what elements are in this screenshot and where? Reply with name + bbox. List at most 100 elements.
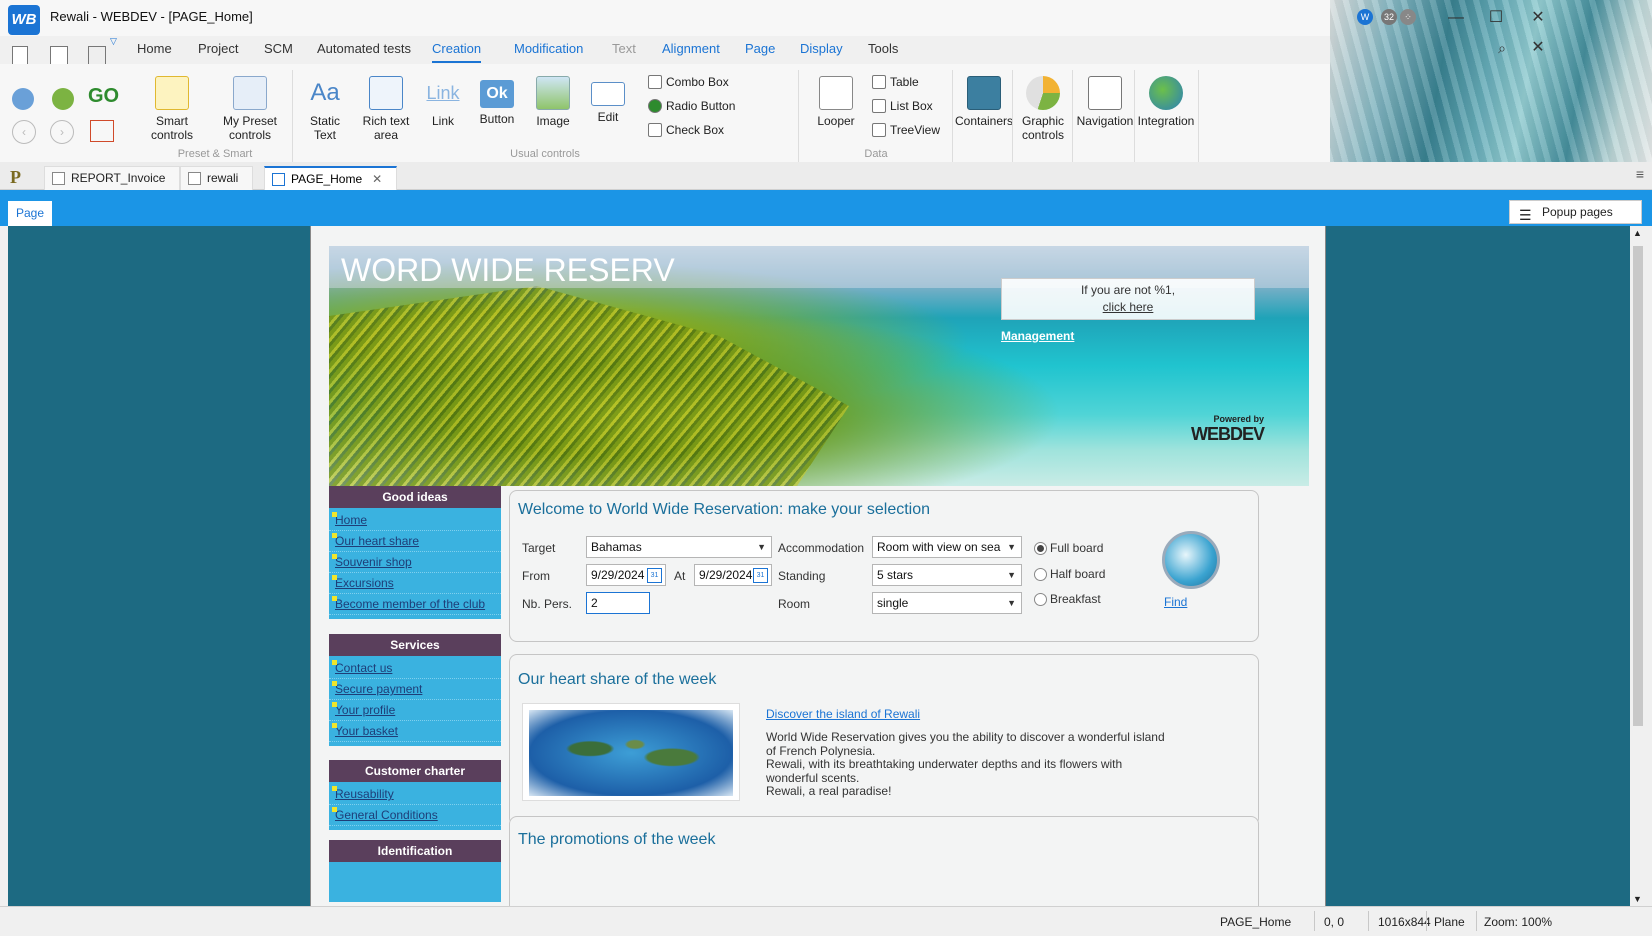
menu-link-excursions[interactable]: Excursions [329, 573, 501, 594]
rich-text-area-button[interactable]: Rich text area [356, 76, 416, 142]
radio-button-label: Radio Button [666, 99, 736, 113]
tab-rewali[interactable]: rewali [180, 166, 254, 190]
scroll-up-icon[interactable]: ▲ [1633, 228, 1642, 238]
management-link[interactable]: Management [1001, 329, 1074, 343]
version-badge[interactable]: 32 [1381, 9, 1397, 25]
room-combo[interactable]: single ▼ [872, 592, 1022, 614]
menu-link-your-profile[interactable]: Your profile [329, 700, 501, 721]
scrollbar-thumb[interactable] [1633, 246, 1643, 726]
table-button[interactable]: Table [872, 72, 919, 92]
smart-controls-button[interactable]: Smart controls [140, 76, 204, 142]
link-button[interactable]: Link Link [420, 76, 466, 128]
radio-full-board[interactable]: Full board [1034, 541, 1103, 555]
radio-button-button[interactable]: Radio Button [648, 96, 735, 116]
tab-modification[interactable]: Modification [514, 41, 583, 63]
tab-menu-icon[interactable]: ≡ [1636, 166, 1644, 182]
menu-link-heart-share[interactable]: Our heart share [329, 531, 501, 552]
menu-link-reusability[interactable]: Reusability [329, 784, 501, 805]
list-box-label: List Box [890, 99, 933, 113]
tab-alignment[interactable]: Alignment [662, 41, 720, 63]
find-link[interactable]: Find [1164, 595, 1187, 609]
deploy-icon[interactable] [52, 88, 74, 110]
static-text-button[interactable]: Aa Static Text [298, 76, 352, 142]
login-click-here-link[interactable]: click here [1002, 300, 1254, 314]
tab-tools[interactable]: Tools [868, 41, 898, 63]
list-box-icon [872, 99, 886, 113]
menu-link-contact-us[interactable]: Contact us [329, 658, 501, 679]
from-label: From [522, 569, 550, 583]
popup-pages-button[interactable]: ☰ Popup pages [1509, 200, 1642, 224]
vertical-scrollbar[interactable]: ▲ ▼ [1630, 226, 1646, 906]
accommodation-combo[interactable]: Room with view on sea ▼ [872, 536, 1022, 558]
status-zoom[interactable]: Zoom: 100% [1484, 915, 1552, 929]
scroll-down-icon[interactable]: ▼ [1633, 894, 1642, 904]
menu-link-your-basket[interactable]: Your basket [329, 721, 501, 742]
page-canvas[interactable]: WORD WIDE RESERV If you are not %1, clic… [310, 226, 1326, 906]
menu-link-home[interactable]: Home [329, 510, 501, 531]
integration-button[interactable]: Integration [1136, 76, 1196, 128]
target-combo[interactable]: Bahamas ▼ [586, 536, 772, 558]
radio-half-board[interactable]: Half board [1034, 567, 1105, 581]
looper-button[interactable]: Looper [806, 76, 866, 128]
check-box-icon [648, 123, 662, 137]
combo-box-button[interactable]: Combo Box [648, 72, 729, 92]
search-icon[interactable]: ⌕ [1490, 36, 1514, 60]
containers-button[interactable]: Containers [954, 76, 1014, 128]
standing-combo[interactable]: 5 stars ▼ [872, 564, 1022, 586]
my-preset-controls-button[interactable]: My Preset controls [218, 76, 282, 142]
menu-link-secure-payment[interactable]: Secure payment [329, 679, 501, 700]
dropdown-arrow-icon: ▼ [757, 542, 766, 552]
forward-icon[interactable]: › [50, 120, 74, 144]
list-box-button[interactable]: List Box [872, 96, 933, 116]
tab-scm[interactable]: SCM [264, 41, 293, 63]
close-ribbon-icon[interactable]: ✕ [1526, 36, 1550, 60]
page-view-tab[interactable]: Page [8, 201, 52, 226]
globe-icon[interactable] [12, 88, 34, 110]
maximize-icon[interactable]: ☐ [1484, 6, 1508, 30]
magnifier-search-icon[interactable] [1162, 531, 1220, 589]
webdev-badge-icon[interactable]: W [1357, 9, 1373, 25]
check-box-button[interactable]: Check Box [648, 120, 724, 140]
accommodation-label: Accommodation [778, 541, 865, 555]
tab-display[interactable]: Display [800, 41, 843, 63]
button-button[interactable]: Ok Button [472, 76, 522, 126]
treeview-button[interactable]: TreeView [872, 120, 940, 140]
tab-creation[interactable]: Creation [432, 41, 482, 63]
tab-project[interactable]: Project [198, 41, 238, 63]
settings-badge-icon[interactable]: ⁘ [1400, 9, 1416, 25]
go-icon[interactable]: GO [88, 85, 119, 108]
persons-field[interactable]: 2 [586, 592, 650, 614]
menu-link-souvenir-shop[interactable]: Souvenir shop [329, 552, 501, 573]
calendar-icon[interactable]: 31 [647, 568, 662, 583]
login-message: If you are not %1, [1080, 283, 1176, 297]
tab-report-invoice[interactable]: REPORT_Invoice [44, 166, 181, 190]
menu-link-general-conditions[interactable]: General Conditions [329, 805, 501, 826]
navigation-button[interactable]: Navigation [1074, 76, 1136, 128]
calendar-icon[interactable]: 31 [753, 568, 768, 583]
image-button[interactable]: Image [528, 76, 578, 128]
project-explorer-icon[interactable] [90, 120, 114, 142]
close-icon[interactable]: ✕ [1526, 6, 1550, 30]
radio-breakfast[interactable]: Breakfast [1034, 592, 1101, 606]
discover-rewali-link[interactable]: Discover the island of Rewali [766, 707, 920, 721]
dropdown-arrow-icon: ▼ [1007, 542, 1016, 552]
tab-home[interactable]: Home [137, 41, 172, 63]
edit-button[interactable]: Edit [584, 76, 632, 124]
palm-tree-graphic [329, 286, 849, 486]
status-plane[interactable]: Plane [1434, 915, 1465, 929]
at-date-field[interactable]: 9/29/2024 31 [694, 564, 772, 586]
from-date-field[interactable]: 9/29/2024 31 [586, 564, 666, 586]
tab-text[interactable]: Text [612, 41, 636, 63]
back-icon[interactable]: ‹ [12, 120, 36, 144]
treeview-icon [872, 123, 886, 137]
graphic-controls-button[interactable]: Graphic controls [1016, 76, 1070, 142]
close-tab-icon[interactable]: ✕ [372, 172, 382, 186]
minimize-icon[interactable]: — [1444, 6, 1468, 30]
project-tab-icon[interactable]: P [10, 167, 34, 189]
tab-automated-tests[interactable]: Automated tests [317, 41, 411, 63]
standing-label: Standing [778, 569, 826, 583]
tab-page-home[interactable]: PAGE_Home ✕ [264, 166, 398, 190]
menu-link-become-member[interactable]: Become member of the club [329, 594, 501, 615]
project-icon [188, 172, 201, 185]
tab-page[interactable]: Page [745, 41, 775, 63]
